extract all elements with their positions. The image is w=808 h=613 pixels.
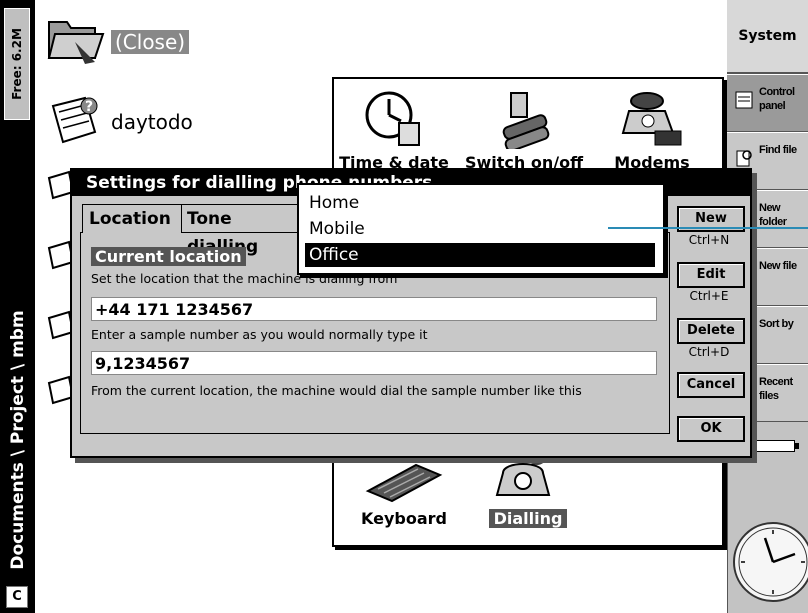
cp-keyboard-label: Keyboard <box>361 509 447 528</box>
tab-location[interactable]: Location <box>82 204 182 233</box>
free-memory-indicator: Free: 6.2M <box>4 8 30 120</box>
option-home[interactable]: Home <box>305 191 655 215</box>
sidebar-label: New folder <box>759 202 787 228</box>
cp-keyboard[interactable]: Keyboard <box>344 459 464 528</box>
ok-button[interactable]: OK <box>677 416 745 442</box>
folder-path-text: Documents \ Project \ mbm <box>7 310 28 570</box>
new-shortcut: Ctrl+N <box>688 233 730 247</box>
free-memory-text: Free: 6.2M <box>10 28 24 100</box>
cp-switch-on-off[interactable]: Switch on/off <box>464 87 584 172</box>
sidebar-label: Recent files <box>759 376 793 402</box>
sidebar-label: Sort by <box>759 318 794 330</box>
keyboard-icon <box>365 463 443 503</box>
system-button[interactable]: System <box>727 0 808 74</box>
folder-icon <box>47 21 105 64</box>
cp-dialling-label: Dialling <box>488 509 568 528</box>
svg-text:?: ? <box>85 99 93 115</box>
current-location-heading: Current location <box>91 247 246 266</box>
sample-hint: Enter a sample number as you would norma… <box>91 327 428 342</box>
cp-modems[interactable]: Modems <box>592 87 712 172</box>
option-mobile[interactable]: Mobile <box>305 217 655 241</box>
telephone-icon <box>621 92 682 146</box>
agenda-file-icon: ? <box>51 96 98 144</box>
edit-shortcut: Ctrl+E <box>689 289 729 303</box>
sample-number-field[interactable]: 9,1234567 <box>91 351 657 375</box>
delete-shortcut: Ctrl+D <box>688 345 730 359</box>
close-label: (Close) <box>111 30 190 54</box>
cancel-button[interactable]: Cancel <box>677 372 745 398</box>
file-name-daytodo: daytodo <box>111 110 193 134</box>
sidebar-label: New file <box>759 260 797 272</box>
batteries-icon <box>502 92 550 149</box>
caps-indicator-icon: C <box>6 586 28 608</box>
control-panel-icon <box>735 91 753 109</box>
sidebar-label: Find file <box>759 144 797 156</box>
result-hint: From the current location, the machine w… <box>91 383 582 398</box>
sidebar-item-control-panel[interactable]: Control panel <box>727 74 808 132</box>
edit-button[interactable]: Edit <box>677 262 745 288</box>
tab-tone-dialling[interactable]: Tone dialling <box>180 204 314 257</box>
option-office[interactable]: Office <box>305 243 655 267</box>
location-dropdown[interactable]: Home Mobile Office <box>297 183 665 275</box>
find-file-icon <box>736 150 752 167</box>
cp-time-date[interactable]: Time & date <box>334 87 454 172</box>
folder-path[interactable]: Documents \ Project \ mbm <box>0 300 35 580</box>
location-number-field[interactable]: +44 171 1234567 <box>91 297 657 321</box>
clock-icon <box>365 91 420 146</box>
sidebar-label: Control panel <box>759 86 795 112</box>
clock-icon[interactable] <box>733 522 808 602</box>
delete-button[interactable]: Delete <box>677 318 745 344</box>
callout-line <box>608 227 808 229</box>
